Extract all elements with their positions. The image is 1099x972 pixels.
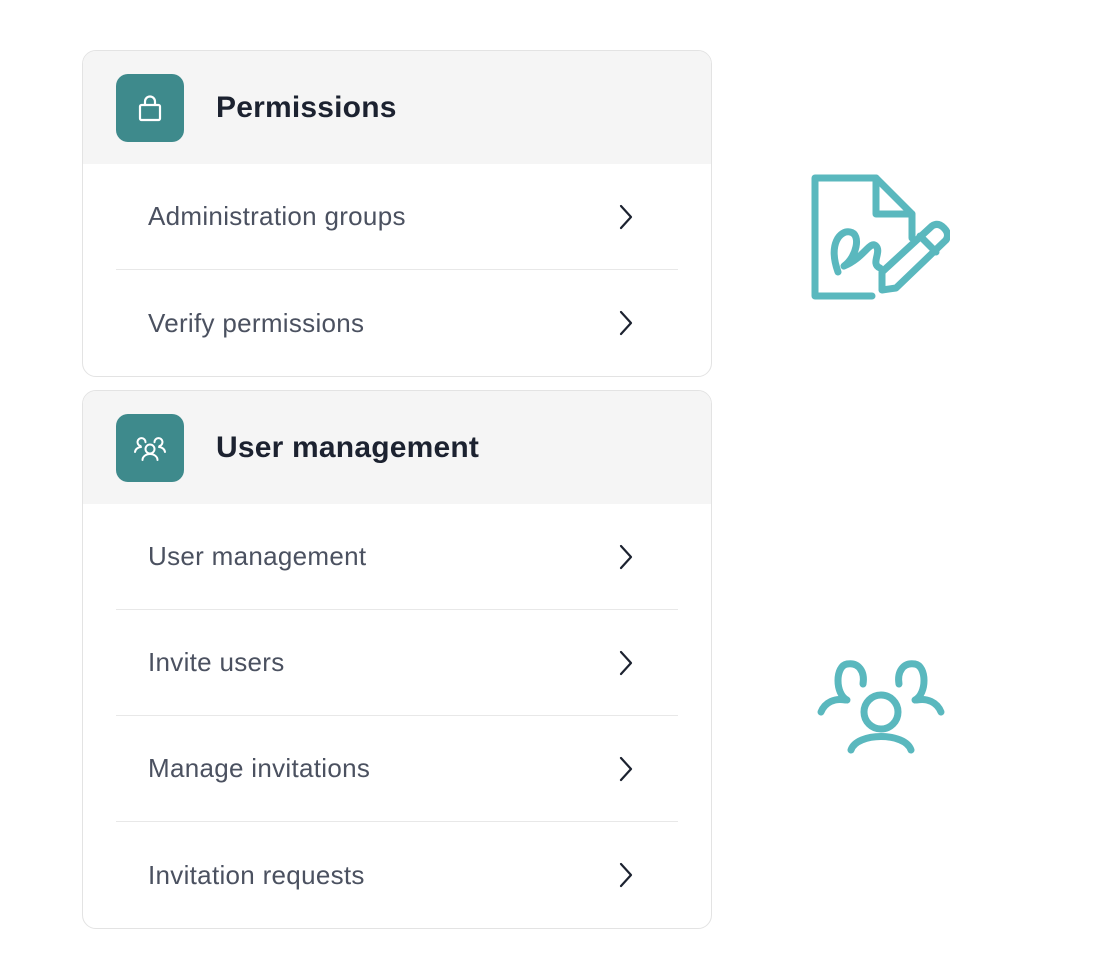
menu-item-invite-users[interactable]: Invite users — [116, 610, 678, 716]
users-icon — [116, 413, 184, 482]
chevron-right-icon — [618, 542, 638, 572]
user-group-icon — [815, 658, 947, 758]
chevron-right-icon — [618, 860, 638, 890]
menu-item-manage-invitations[interactable]: Manage invitations — [116, 716, 678, 822]
chevron-right-icon — [618, 202, 638, 232]
menu-item-label: Invite users — [148, 647, 285, 677]
lock-icon — [116, 73, 184, 142]
chevron-right-icon — [618, 754, 638, 784]
chevron-right-icon — [618, 308, 638, 338]
menu-item-label: Administration groups — [148, 201, 406, 231]
chevron-right-icon — [618, 648, 638, 678]
menu-item-administration-groups[interactable]: Administration groups — [116, 164, 678, 270]
user-management-card: User management User management Invite u… — [82, 390, 712, 929]
menu-item-label: Verify permissions — [148, 307, 365, 338]
permissions-header: Permissions — [83, 51, 711, 164]
permissions-card: Permissions Administration groups Verify… — [82, 50, 712, 377]
section-title: Permissions — [216, 90, 397, 124]
section-title: User management — [216, 430, 480, 464]
user-management-header: User management — [83, 391, 711, 504]
menu-item-verify-permissions[interactable]: Verify permissions — [116, 270, 678, 376]
menu-item-invitation-requests[interactable]: Invitation requests — [116, 822, 678, 928]
menu-item-label: Manage invitations — [148, 753, 371, 783]
contract-signature-icon — [810, 172, 952, 312]
menu-item-label: Invitation requests — [148, 859, 365, 890]
menu-item-label: User management — [148, 541, 367, 571]
menu-item-user-management[interactable]: User management — [116, 504, 678, 610]
